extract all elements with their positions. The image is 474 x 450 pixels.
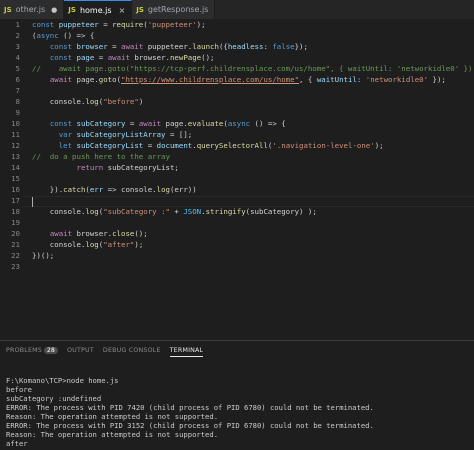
terminal-line: ERROR: The process with PID 7420 (child …: [6, 403, 374, 412]
tab-home-js[interactable]: JS home.js ×: [64, 0, 133, 19]
line-number: 16: [11, 185, 20, 194]
line-number: 19: [11, 218, 20, 227]
line-number: 2: [15, 31, 20, 40]
terminal-line: after: [6, 439, 28, 448]
tab-label: home.js: [79, 5, 112, 15]
line-number: 8: [15, 97, 20, 106]
terminal-line: Reason: The operation attempted is not s…: [6, 412, 219, 421]
line-number: 12: [11, 141, 20, 150]
line-number: 15: [11, 174, 20, 183]
editor-tab-bar: JS other.js ● JS home.js × JS getRespons…: [0, 0, 474, 19]
line-number: 20: [11, 229, 20, 238]
line-number: 21: [11, 240, 20, 249]
close-icon[interactable]: ×: [119, 6, 126, 15]
line-number: 4: [15, 53, 20, 62]
line-number: 11: [11, 130, 20, 139]
line-number: 6: [15, 75, 20, 84]
line-number: 17: [11, 196, 20, 205]
tab-problems[interactable]: PROBLEMS 28: [6, 347, 59, 357]
tab-other-js[interactable]: JS other.js ●: [0, 0, 65, 19]
line-number: 14: [11, 163, 20, 172]
line-number: 3: [15, 42, 20, 51]
js-file-icon: JS: [68, 6, 76, 14]
line-number: 1: [15, 20, 20, 29]
unsaved-dot-icon[interactable]: ●: [51, 6, 57, 14]
code-editor[interactable]: 1 const puppeteer = require('puppeteer');…: [0, 19, 474, 340]
line-number: 13: [11, 152, 20, 161]
terminal-line: subCategory :undefined: [6, 394, 102, 403]
tab-output[interactable]: OUTPUT: [67, 347, 94, 357]
problems-count-badge: 28: [43, 347, 59, 354]
js-file-icon: JS: [4, 5, 12, 14]
terminal-line: F:\Komano\TCP>node home.js: [6, 376, 119, 385]
panel-tab-bar: PROBLEMS 28 OUTPUT DEBUG CONSOLE TERMINAL: [6, 347, 204, 357]
bottom-panel: PROBLEMS 28 OUTPUT DEBUG CONSOLE TERMINAL…: [0, 340, 474, 450]
tab-terminal[interactable]: TERMINAL: [169, 347, 204, 357]
line-number: 9: [15, 108, 20, 117]
line-number: 10: [11, 119, 20, 128]
tab-debug-console[interactable]: DEBUG CONSOLE: [103, 347, 161, 357]
tab-getresponse-js[interactable]: JS getResponse.js: [132, 0, 216, 19]
line-number: 23: [11, 262, 20, 271]
js-file-icon: JS: [136, 5, 144, 14]
line-number: 7: [15, 86, 20, 95]
line-number: 5: [15, 64, 20, 73]
line-number: 22: [11, 251, 20, 260]
line-number: 18: [11, 207, 20, 216]
terminal-line: Reason: The operation attempted is not s…: [6, 430, 219, 439]
tab-label: getResponse.js: [147, 5, 209, 14]
terminal-line: before: [6, 385, 32, 394]
tab-label: other.js: [15, 5, 46, 14]
terminal-line: ERROR: The process with PID 3152 (child …: [6, 421, 374, 430]
